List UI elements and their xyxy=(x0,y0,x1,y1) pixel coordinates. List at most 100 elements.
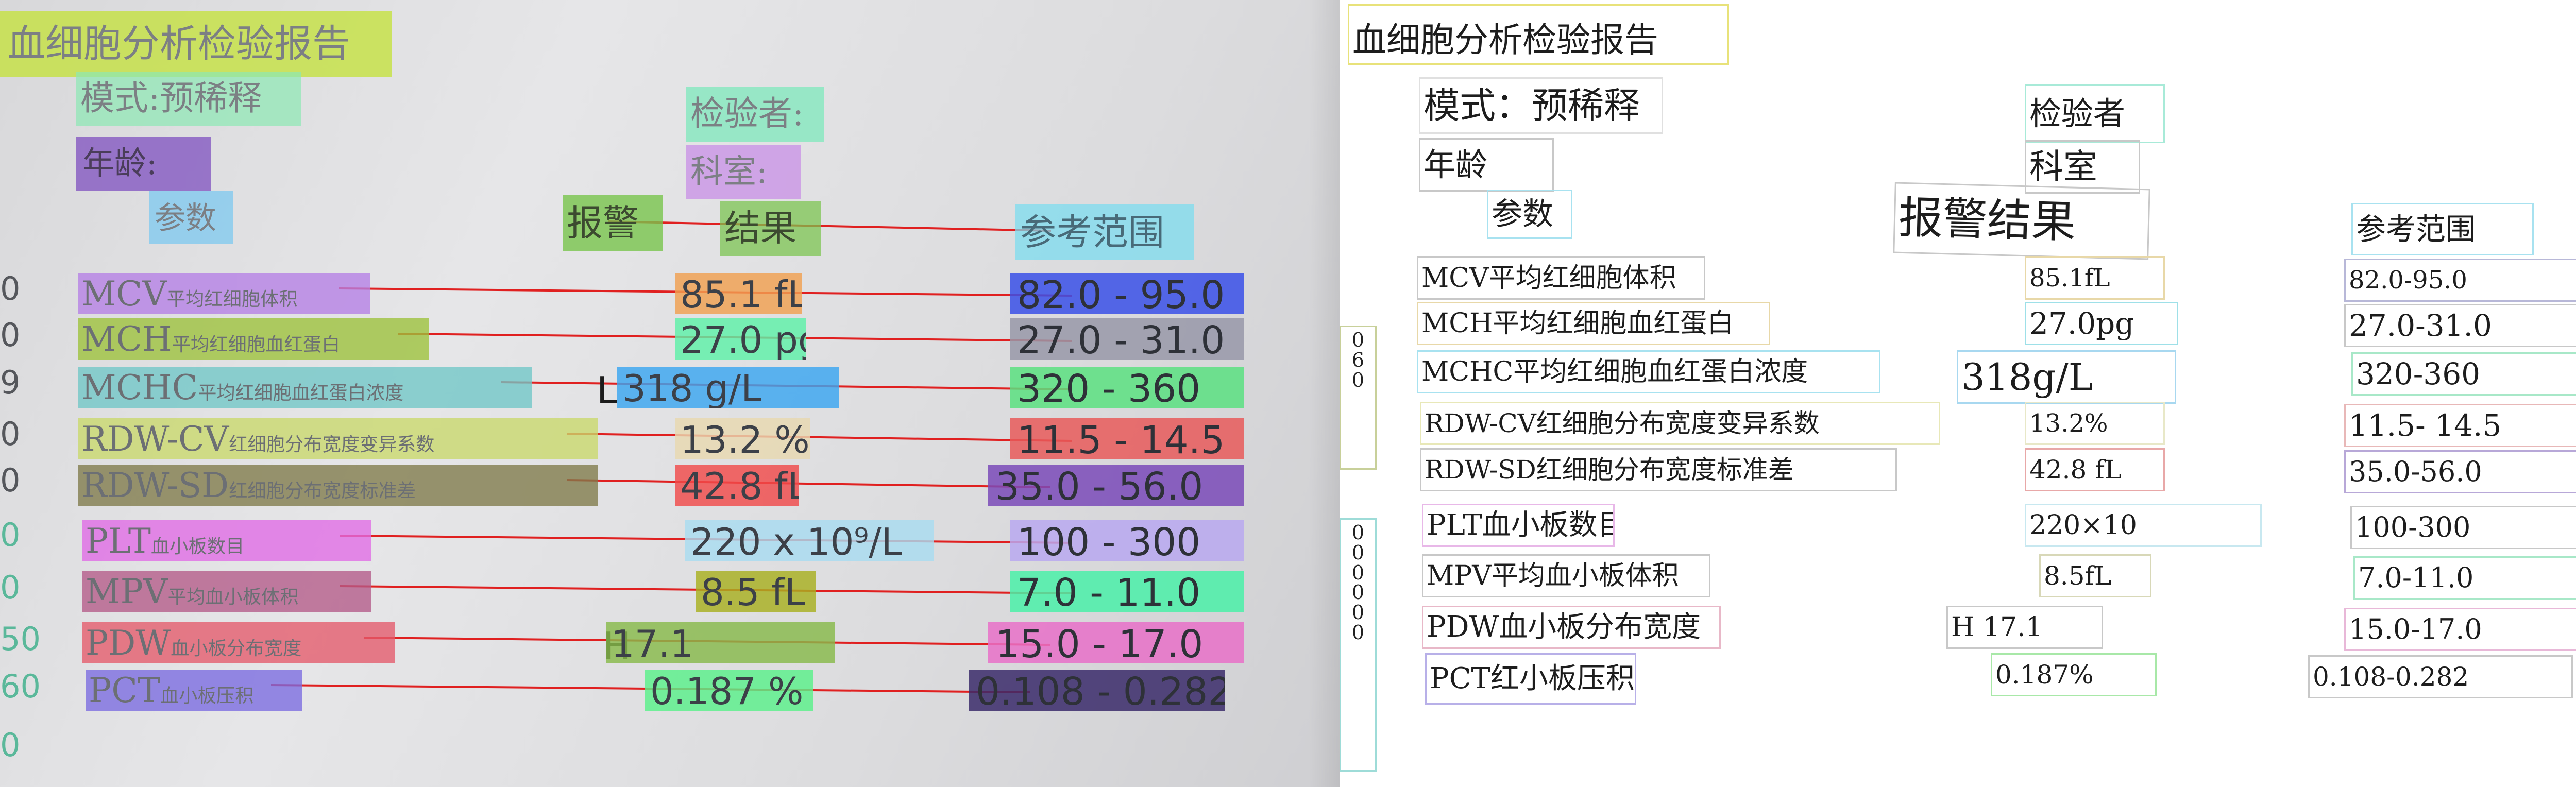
photo-param-mpv: MPV平均血小板体积 xyxy=(82,571,371,612)
ocr-range: 320-360 xyxy=(2351,352,2576,396)
photo-title: 血细胞分析检验报告 xyxy=(0,11,392,77)
photo-param-cn: 红细胞分布宽度变异系数 xyxy=(229,433,435,455)
photo-lead-digit: 0 xyxy=(0,415,21,453)
photo-param-code: MCV xyxy=(81,274,167,314)
ocr-result: 42.8 fL xyxy=(2025,448,2165,491)
photo-lead-digit: 60 xyxy=(0,668,41,705)
ocr-mode: 模式：预稀释 xyxy=(1419,77,1663,134)
ocr-header-result: 报警结果 xyxy=(1893,182,2150,260)
ocr-range: 27.0-31.0 xyxy=(2344,304,2576,347)
photo-header-alarm: 报警 xyxy=(563,195,663,251)
photo-param-pdw: PDW血小板分布宽度 xyxy=(82,622,395,663)
photo-result-pdw: 17.1 xyxy=(606,622,835,663)
ocr-range: 35.0-56.0 xyxy=(2344,450,2576,493)
leader-line-header xyxy=(607,220,1052,232)
ocr-left-digits-1: 0 6 0 xyxy=(1340,326,1377,470)
ocr-left-digits-1-text: 0 6 0 xyxy=(1351,329,1365,391)
photo-param-rdw-cv: RDW-CV红细胞分布宽度变异系数 xyxy=(78,418,598,459)
photo-lead-digit: 0 xyxy=(0,270,21,307)
ocr-param: MPV平均血小板体积 xyxy=(1422,554,1710,597)
ocr-result: H 17.1 xyxy=(1946,606,2103,649)
photo-param-cn: 血小板分布宽度 xyxy=(171,637,302,659)
photo-param-mch: MCH平均红细胞血红蛋白 xyxy=(78,318,429,360)
ocr-range: 7.0-11.0 xyxy=(2353,556,2576,600)
photo-header-range: 参考范围 xyxy=(1015,204,1194,260)
photo-param-rdw-sd: RDW-SD红细胞分布宽度标准差 xyxy=(78,465,598,506)
ocr-param: MCHC平均红细胞血红蛋白浓度 xyxy=(1417,350,1880,394)
photo-result-mpv: 8.5 fL xyxy=(696,571,816,612)
ocr-param: PCT红小板压积 xyxy=(1425,653,1636,705)
ocr-inspector: 检验者 xyxy=(2025,84,2165,143)
ocr-param: RDW-SD红细胞分布宽度标准差 xyxy=(1420,448,1897,491)
photo-param-code: MCH xyxy=(81,319,172,359)
photo-param-mcv: MCV平均红细胞体积 xyxy=(78,273,370,314)
annotated-report-photo: 血细胞分析检验报告 模式:预稀释 年龄: 检验者: 科室: 参数 报警 结果 参… xyxy=(0,0,1340,787)
ocr-result: 8.5fL xyxy=(2039,554,2151,597)
photo-age: 年龄: xyxy=(76,137,211,191)
ocr-range: 15.0-17.0 xyxy=(2344,608,2576,651)
ocr-param: RDW-CV红细胞分布宽度变异系数 xyxy=(1420,402,1940,445)
leader-line-rdw-cv xyxy=(566,433,1072,442)
photo-lead-digit: 50 xyxy=(0,620,41,658)
photo-param-pct: PCT血小板压积 xyxy=(86,670,302,711)
photo-range-mch: 27.0 - 31.0 xyxy=(1010,318,1244,360)
photo-param-cn: 平均血小板体积 xyxy=(167,586,299,608)
photo-lead-digit: 0 xyxy=(0,516,21,554)
photo-range-mcv: 82.0 - 95.0 xyxy=(1010,273,1244,314)
ocr-title: 血细胞分析检验报告 xyxy=(1348,4,1729,65)
photo-param-mchc: MCHC平均红细胞血红蛋白浓度 xyxy=(78,367,532,408)
photo-inspector: 检验者: xyxy=(686,87,824,142)
ocr-header-range: 参考范围 xyxy=(2351,203,2534,255)
leader-line-rdw-sd xyxy=(566,479,1050,488)
photo-result-mchc: 318 g/L xyxy=(617,367,839,408)
ocr-param: MCH平均红细胞血红蛋白 xyxy=(1417,302,1770,345)
photo-param-cn: 平均红细胞血红蛋白 xyxy=(172,333,341,355)
ocr-param: PDW血小板分布宽度 xyxy=(1422,606,1721,649)
ocr-param: PLT血小板数目 xyxy=(1422,504,1615,547)
photo-range-mpv: 7.0 - 11.0 xyxy=(1010,571,1244,612)
photo-param-code: PDW xyxy=(86,623,171,663)
photo-param-cn: 平均红细胞体积 xyxy=(166,288,298,310)
ocr-result: 220×10 xyxy=(2025,504,2262,547)
ocr-left-digits-2: 0 0 0 0 0 0 xyxy=(1340,518,1377,772)
ocr-range: 82.0-95.0 xyxy=(2344,259,2576,302)
photo-result-mcv: 85.1 fL xyxy=(675,273,802,314)
ocr-range: 11.5- 14.5 xyxy=(2344,404,2576,447)
photo-result-rdw-sd: 42.8 fL xyxy=(675,465,799,506)
ocr-result: 27.0pg xyxy=(2025,302,2178,345)
photo-header-result: 结果 xyxy=(720,201,821,256)
ocr-range: 100-300 xyxy=(2350,506,2576,549)
photo-header-param: 参数 xyxy=(149,191,233,244)
photo-param-code: PLT xyxy=(86,521,151,561)
ocr-render: 血细胞分析检验报告 模式：预稀释 年龄 检验者 科室 参数 报警结果 参考范围 … xyxy=(1340,0,2576,787)
ocr-range: 0.108-0.282 xyxy=(2308,655,2573,698)
ocr-left-digits-2-text: 0 0 0 0 0 0 xyxy=(1351,521,1365,644)
photo-range-plt: 100 - 300 xyxy=(1010,520,1244,561)
photo-result-plt: 220 x 10⁹/L xyxy=(685,520,934,561)
photo-lead-digit: 0 xyxy=(0,726,21,764)
photo-param-code: PCT xyxy=(89,671,160,710)
photo-param-cn: 血小板数目 xyxy=(150,535,245,557)
photo-param-code: MPV xyxy=(86,572,168,611)
photo-param-cn: 血小板压积 xyxy=(160,685,254,707)
photo-range-rdw-sd: 35.0 - 56.0 xyxy=(988,465,1244,506)
photo-mode: 模式:预稀释 xyxy=(76,72,301,126)
photo-param-cn: 红细胞分布宽度标准差 xyxy=(229,480,416,502)
photo-range-mchc: 320 - 360 xyxy=(1010,367,1244,408)
photo-department: 科室: xyxy=(686,145,801,199)
photo-lead-digit: 0 xyxy=(0,569,21,606)
photo-result-rdw-cv: 13.2 % xyxy=(675,418,810,459)
photo-result-mch: 27.0 pg xyxy=(675,318,806,360)
photo-lead-digit: 0 xyxy=(0,461,21,499)
photo-param-cn: 平均红细胞血红蛋白浓度 xyxy=(198,382,404,404)
photo-range-pct: 0.108 - 0.282 xyxy=(969,670,1225,711)
ocr-result: 13.2% xyxy=(2025,402,2165,445)
ocr-header-param: 参数 xyxy=(1487,190,1572,239)
photo-param-code: MCHC xyxy=(81,368,198,407)
photo-param-code: RDW-SD xyxy=(81,466,229,505)
ocr-result: 85.1fL xyxy=(2025,256,2165,300)
photo-range-pdw: 15.0 - 17.0 xyxy=(988,622,1244,663)
photo-param-plt: PLT血小板数目 xyxy=(82,520,371,561)
photo-lead-digit: 0 xyxy=(0,316,21,354)
ocr-age: 年龄 xyxy=(1419,138,1554,192)
